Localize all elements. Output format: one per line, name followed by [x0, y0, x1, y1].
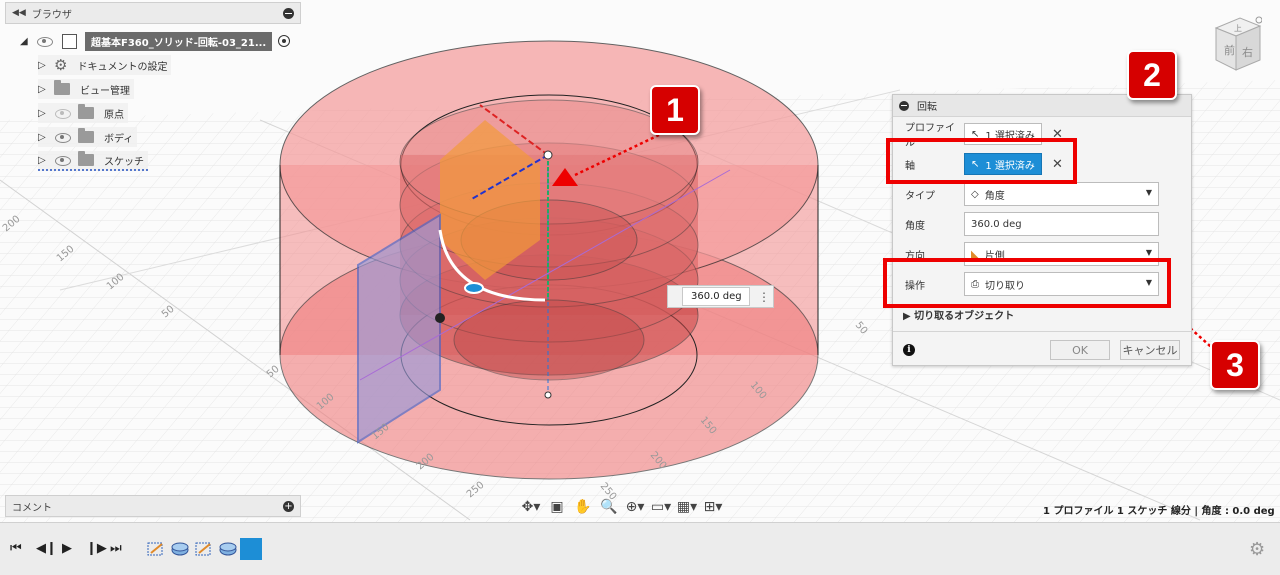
dialog-divider	[893, 331, 1191, 332]
chevron-down-icon: ▼	[1145, 248, 1152, 257]
collapsed-triangle-icon[interactable]: ▷	[38, 132, 52, 143]
annotation-badge-3: 3	[1210, 340, 1260, 390]
step-forward-icon[interactable]: ❙▶	[86, 541, 107, 556]
play-icon[interactable]: ▶	[62, 541, 72, 556]
folder-icon	[78, 151, 94, 166]
component-icon	[62, 33, 77, 49]
collapse-dialog-icon[interactable]	[899, 100, 909, 111]
activate-radio-icon[interactable]	[278, 35, 291, 47]
gear-icon[interactable]: ⚙	[1249, 539, 1265, 560]
more-options-icon[interactable]: ⋮	[758, 291, 770, 303]
browser-title: ブラウザ	[31, 9, 72, 21]
angle-input[interactable]: 360.0 deg	[964, 212, 1159, 236]
timeline-bar: ⏮ ◀❙ ▶ ❙▶ ⏭ ⚙	[0, 522, 1280, 575]
display-settings-icon[interactable]: ▭▾	[650, 497, 672, 517]
type-label: タイプ	[905, 190, 935, 202]
type-row: タイプ ◇ 角度 ▼	[905, 181, 1181, 207]
folder-icon	[78, 128, 94, 143]
sketch-feature-icon[interactable]	[194, 540, 214, 558]
tree-item-sketches[interactable]: ▷ スケッチ	[38, 151, 148, 171]
visibility-eye-icon[interactable]	[37, 36, 53, 47]
sketch-feature-icon[interactable]	[146, 540, 166, 558]
tree-item-document-settings[interactable]: ▷ ⚙ ドキュメントの設定	[38, 55, 172, 75]
operation-highlight-box	[883, 258, 1171, 308]
viewports-icon[interactable]: ⊞▾	[702, 497, 724, 517]
annotation-badge-1: 1	[650, 85, 700, 135]
expanded-triangle-icon[interactable]: ◢	[20, 36, 34, 47]
collapsed-triangle-icon[interactable]: ▷	[38, 60, 52, 71]
angle-label: 角度	[905, 220, 925, 232]
visibility-eye-icon[interactable]	[55, 155, 71, 166]
info-icon[interactable]: i	[903, 344, 915, 356]
svg-text:上: 上	[1234, 24, 1242, 33]
view-cube[interactable]: 前 右 上	[1212, 14, 1263, 76]
expand-triangle-icon: ▶	[903, 311, 915, 322]
angle-value-field[interactable]: 360.0 deg	[682, 287, 750, 306]
collapsed-triangle-icon[interactable]: ▷	[38, 108, 52, 119]
tree-item-label: ドキュメントの設定	[77, 61, 168, 73]
collapse-icon[interactable]: ◀◀	[12, 8, 26, 18]
tree-item-label: 原点	[104, 109, 124, 121]
tree-item-label: ビュー管理	[80, 85, 130, 97]
timeline-current-marker[interactable]	[240, 538, 262, 560]
objects-to-cut-section[interactable]: ▶ 切り取るオブジェクト	[903, 307, 1014, 322]
orbit-icon[interactable]: ✥▾	[520, 497, 542, 517]
comment-panel[interactable]: コメント +	[5, 495, 301, 517]
navigation-toolbar: ✥▾ ▣ ✋ 🔍 ⊕▾ ▭▾ ▦▾ ⊞▾	[520, 496, 724, 518]
tree-item-label: ボディ	[104, 133, 134, 145]
root-component-label: 超基本F360_ソリッド-回転-03_21...	[85, 31, 273, 51]
add-comment-icon[interactable]: +	[283, 500, 294, 512]
collapsed-triangle-icon[interactable]: ▷	[38, 155, 52, 166]
axis-highlight-box	[886, 138, 1077, 184]
browser-header[interactable]: ◀◀ ブラウザ	[5, 2, 301, 24]
gear-icon: ⚙	[54, 55, 68, 74]
annotation-badge-2: 2	[1127, 50, 1177, 100]
revolve-feature-icon[interactable]	[170, 540, 190, 558]
comment-title: コメント	[12, 502, 52, 514]
go-to-start-icon[interactable]: ⏮	[10, 541, 22, 556]
zoom-icon[interactable]: 🔍	[598, 497, 620, 517]
browser-panel: ◀◀ ブラウザ	[5, 2, 301, 24]
angle-type-icon: ◇	[971, 188, 979, 200]
collapsed-triangle-icon[interactable]: ▷	[38, 84, 52, 95]
selection-status: 1 プロファイル 1 スケッチ 線分 | 角度 : 0.0 deg	[1043, 506, 1275, 517]
type-dropdown[interactable]: ◇ 角度 ▼	[964, 182, 1159, 206]
revolve-dialog: 回転 プロファイル ↖ 1 選択済み ✕ 軸 ↖ 1 選択済み ✕ タイプ ◇ …	[892, 94, 1192, 366]
ok-button[interactable]: OK	[1050, 340, 1110, 360]
step-back-icon[interactable]: ◀❙	[36, 541, 57, 556]
go-to-end-icon[interactable]: ⏭	[110, 541, 122, 556]
tree-item-label: スケッチ	[104, 156, 144, 168]
svg-text:前: 前	[1224, 43, 1235, 57]
fit-icon[interactable]: ⊕▾	[624, 497, 646, 517]
tree-item-named-views[interactable]: ▷ ビュー管理	[38, 79, 134, 99]
dialog-title: 回転	[917, 102, 937, 113]
cancel-button[interactable]: キャンセル	[1120, 340, 1180, 360]
folder-icon	[54, 80, 70, 95]
angle-value-input[interactable]: 360.0 deg ⋮	[667, 285, 774, 308]
minimize-icon[interactable]	[283, 7, 294, 19]
pan-hand-icon[interactable]: ✋	[572, 497, 594, 517]
hidden-eye-icon[interactable]	[55, 108, 71, 119]
svg-text:右: 右	[1242, 45, 1253, 59]
chevron-down-icon: ▼	[1145, 188, 1152, 197]
tree-item-origin[interactable]: ▷ 原点	[38, 103, 128, 123]
grid-settings-icon[interactable]: ▦▾	[676, 497, 698, 517]
tree-root[interactable]: ◢ 超基本F360_ソリッド-回転-03_21...	[20, 31, 291, 51]
visibility-eye-icon[interactable]	[55, 132, 71, 143]
canvas-viewport[interactable]: 200 150 100 50 50 100 150 200 250 50 100…	[0, 0, 1280, 522]
revolve-feature-icon[interactable]	[218, 540, 238, 558]
look-at-icon[interactable]: ▣	[546, 497, 568, 517]
angle-row: 角度 360.0 deg	[905, 211, 1181, 237]
tree-item-bodies[interactable]: ▷ ボディ	[38, 127, 138, 147]
folder-icon	[78, 104, 94, 119]
